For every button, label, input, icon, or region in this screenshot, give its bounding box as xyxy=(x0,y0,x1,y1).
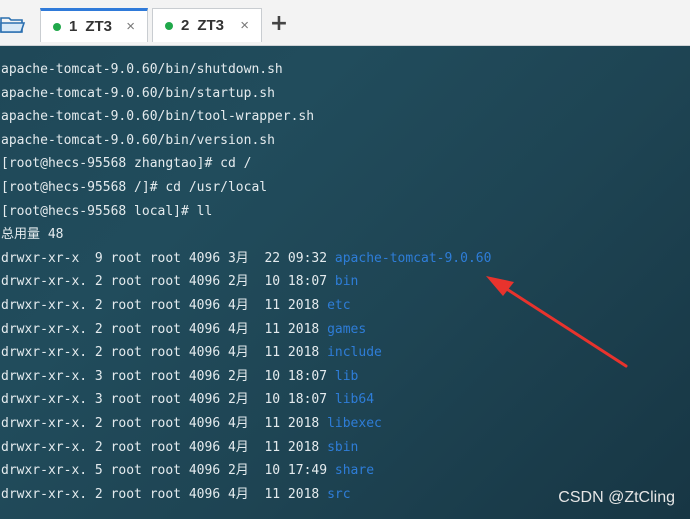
tab-1[interactable]: 1 ZT3 × xyxy=(40,8,148,42)
close-icon[interactable]: × xyxy=(126,18,135,35)
red-arrow-icon xyxy=(486,276,628,368)
tab-2[interactable]: 2 ZT3 × xyxy=(152,8,262,42)
tab-number: 2 xyxy=(181,17,190,34)
folder-icon[interactable] xyxy=(0,12,26,36)
new-tab-button[interactable]: + xyxy=(268,12,290,36)
tab-label: ZT3 xyxy=(85,18,113,35)
watermark: CSDN @ZtCling xyxy=(558,489,675,506)
connected-dot-icon xyxy=(165,21,173,30)
tab-number: 1 xyxy=(69,18,78,35)
close-icon[interactable]: × xyxy=(240,17,249,34)
terminal-pane[interactable]: drwxr-xr-x. 2 root root 4096 4月 11 2018 … xyxy=(0,46,690,519)
connected-dot-icon xyxy=(53,22,61,31)
tab-bar: 1 ZT3 × 2 ZT3 × + xyxy=(0,0,690,46)
tab-label: ZT3 xyxy=(197,17,225,34)
